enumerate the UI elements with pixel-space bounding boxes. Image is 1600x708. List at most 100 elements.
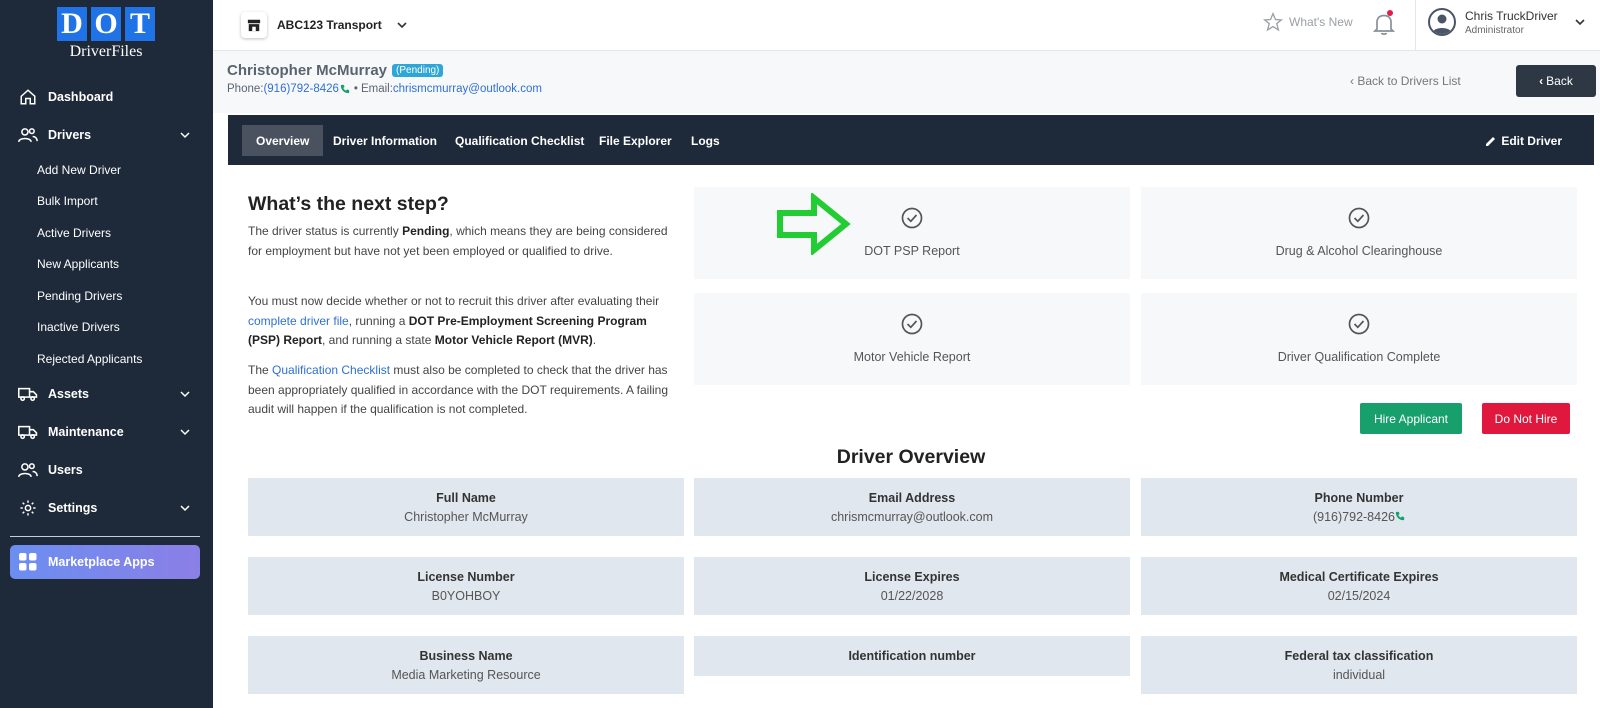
status-text: Pending	[402, 224, 450, 238]
phone-icon	[1395, 511, 1405, 521]
store-icon	[241, 12, 267, 38]
step-card-psp-report[interactable]: DOT PSP Report	[694, 187, 1130, 279]
sidebar-item-pending-drivers[interactable]: Pending Drivers	[0, 280, 213, 312]
logo-letter-d: D	[57, 7, 87, 41]
chevron-down-icon	[180, 504, 190, 511]
sidebar-item-assets[interactable]: Assets	[0, 375, 213, 413]
user-menu[interactable]: Chris TruckDriver Administrator	[1428, 8, 1586, 36]
sidebar-item-rejected-applicants[interactable]: Rejected Applicants	[0, 343, 213, 375]
chevron-left-icon: ‹	[1539, 74, 1544, 88]
users-icon	[18, 125, 38, 145]
back-to-drivers-label: Back to Drivers List	[1357, 74, 1461, 88]
bell-icon	[1372, 14, 1396, 35]
next-step-paragraph-1: The driver status is currently Pending, …	[248, 222, 678, 261]
status-badge: (Pending)	[392, 64, 444, 77]
chevron-left-icon: ‹	[1350, 74, 1354, 88]
sidebar-item-bulk-import[interactable]: Bulk Import	[0, 186, 213, 218]
field-label: Phone Number	[1314, 491, 1404, 505]
phone-icon	[340, 84, 350, 94]
sidebar: D O T DriverFiles Dashboard Drivers Add …	[0, 0, 213, 708]
sidebar-item-marketplace-apps[interactable]: Marketplace Apps	[10, 545, 200, 579]
tab-overview[interactable]: Overview	[242, 125, 324, 156]
truck-icon	[18, 384, 38, 404]
logo-letter-t: T	[125, 7, 155, 41]
field-label: License Expires	[864, 570, 960, 584]
phone-link[interactable]: (916)792-8426	[263, 83, 338, 95]
check-circle-icon	[1348, 313, 1370, 335]
sidebar-item-inactive-drivers[interactable]: Inactive Drivers	[0, 312, 213, 344]
chevron-down-icon	[397, 22, 407, 29]
edit-driver-label: Edit Driver	[1501, 133, 1562, 148]
chevron-down-icon	[180, 132, 190, 139]
sidebar-item-label: Dashboard	[48, 90, 114, 104]
tab-bar: Overview Driver Information Qualificatio…	[228, 115, 1594, 165]
contact-separator: •	[353, 83, 358, 95]
notification-dot	[1387, 10, 1393, 16]
sidebar-divider	[10, 536, 200, 537]
sidebar-item-settings[interactable]: Settings	[0, 489, 213, 527]
field-value: Christopher McMurray	[404, 510, 528, 524]
users-icon	[18, 460, 38, 480]
sidebar-item-label: Marketplace Apps	[48, 555, 155, 569]
sidebar-item-new-applicants[interactable]: New Applicants	[0, 249, 213, 281]
sidebar-item-add-new-driver[interactable]: Add New Driver	[0, 154, 213, 186]
text-span: The	[248, 363, 273, 377]
complete-driver-file-link[interactable]: complete driver file	[248, 314, 349, 328]
field-phone-number: Phone Number (916)792-8426	[1141, 478, 1577, 536]
chevron-down-icon	[180, 390, 190, 397]
check-circle-icon	[901, 313, 923, 335]
sidebar-item-users[interactable]: Users	[0, 451, 213, 489]
brand-logo[interactable]: D O T DriverFiles	[56, 7, 156, 61]
logo-letter-o: O	[91, 7, 121, 41]
text-span: You must now decide whether or not to re…	[248, 294, 660, 308]
field-label: Business Name	[419, 649, 513, 663]
phone-label: Phone:	[227, 83, 264, 95]
tab-file-explorer[interactable]: File Explorer	[585, 125, 686, 156]
next-step-paragraph-3: The Qualification Checklist must also be…	[248, 361, 678, 420]
step-label: DOT PSP Report	[864, 244, 960, 258]
chevron-down-icon	[180, 428, 190, 435]
chevron-down-icon	[1575, 19, 1585, 26]
grid-icon	[19, 553, 37, 571]
sidebar-item-drivers[interactable]: Drivers	[0, 116, 213, 154]
edit-driver-button[interactable]: Edit Driver	[1485, 125, 1562, 156]
tab-logs[interactable]: Logs	[677, 125, 734, 156]
next-step-title: What’s the next step?	[248, 193, 449, 215]
back-label: Back	[1546, 74, 1573, 88]
text-span: , and running a state	[322, 333, 435, 347]
step-card-motor-vehicle-report[interactable]: Motor Vehicle Report	[694, 293, 1130, 385]
notifications-button[interactable]	[1372, 10, 1396, 36]
home-icon	[18, 87, 38, 107]
sidebar-item-label: Users	[48, 462, 83, 477]
qualification-checklist-link[interactable]: Qualification Checklist	[272, 363, 390, 377]
field-value: 01/22/2028	[880, 589, 944, 603]
tab-qualification-checklist[interactable]: Qualification Checklist	[441, 125, 598, 156]
sidebar-item-maintenance[interactable]: Maintenance	[0, 413, 213, 451]
step-card-clearinghouse[interactable]: Drug & Alcohol Clearinghouse	[1141, 187, 1577, 279]
arrow-right-icon	[777, 193, 851, 255]
company-name: ABC123 Transport	[277, 18, 382, 32]
sidebar-item-dashboard[interactable]: Dashboard	[0, 78, 213, 116]
do-not-hire-button[interactable]: Do Not Hire	[1482, 403, 1570, 434]
whats-new-button[interactable]: What's New	[1263, 12, 1353, 32]
driver-overview-title: Driver Overview	[836, 446, 986, 468]
pencil-icon	[1486, 136, 1496, 146]
back-button[interactable]: ‹ Back	[1516, 65, 1596, 97]
step-card-qualification-complete[interactable]: Driver Qualification Complete	[1141, 293, 1577, 385]
email-link[interactable]: chrismcmurray@outlook.com	[393, 83, 542, 95]
star-icon	[1263, 12, 1283, 32]
tab-driver-information[interactable]: Driver Information	[319, 125, 451, 156]
whats-new-label: What's New	[1289, 15, 1353, 29]
field-value-row: (916)792-8426	[1141, 510, 1577, 524]
topbar-divider	[1415, 0, 1416, 51]
hire-applicant-button[interactable]: Hire Applicant	[1360, 403, 1462, 434]
field-label: Email Address	[868, 491, 956, 505]
field-value: 02/15/2024	[1327, 589, 1391, 603]
check-circle-icon	[1348, 207, 1370, 229]
next-step-paragraph-2: You must now decide whether or not to re…	[248, 292, 678, 351]
back-to-drivers-link[interactable]: ‹ Back to Drivers List	[1350, 74, 1461, 88]
company-selector[interactable]: ABC123 Transport	[241, 10, 408, 40]
sidebar-item-active-drivers[interactable]: Active Drivers	[0, 217, 213, 249]
driver-name: Christopher McMurray	[227, 62, 388, 79]
driver-contact: Phone: (916)792-8426 • Email: chrismcmur…	[227, 83, 542, 95]
